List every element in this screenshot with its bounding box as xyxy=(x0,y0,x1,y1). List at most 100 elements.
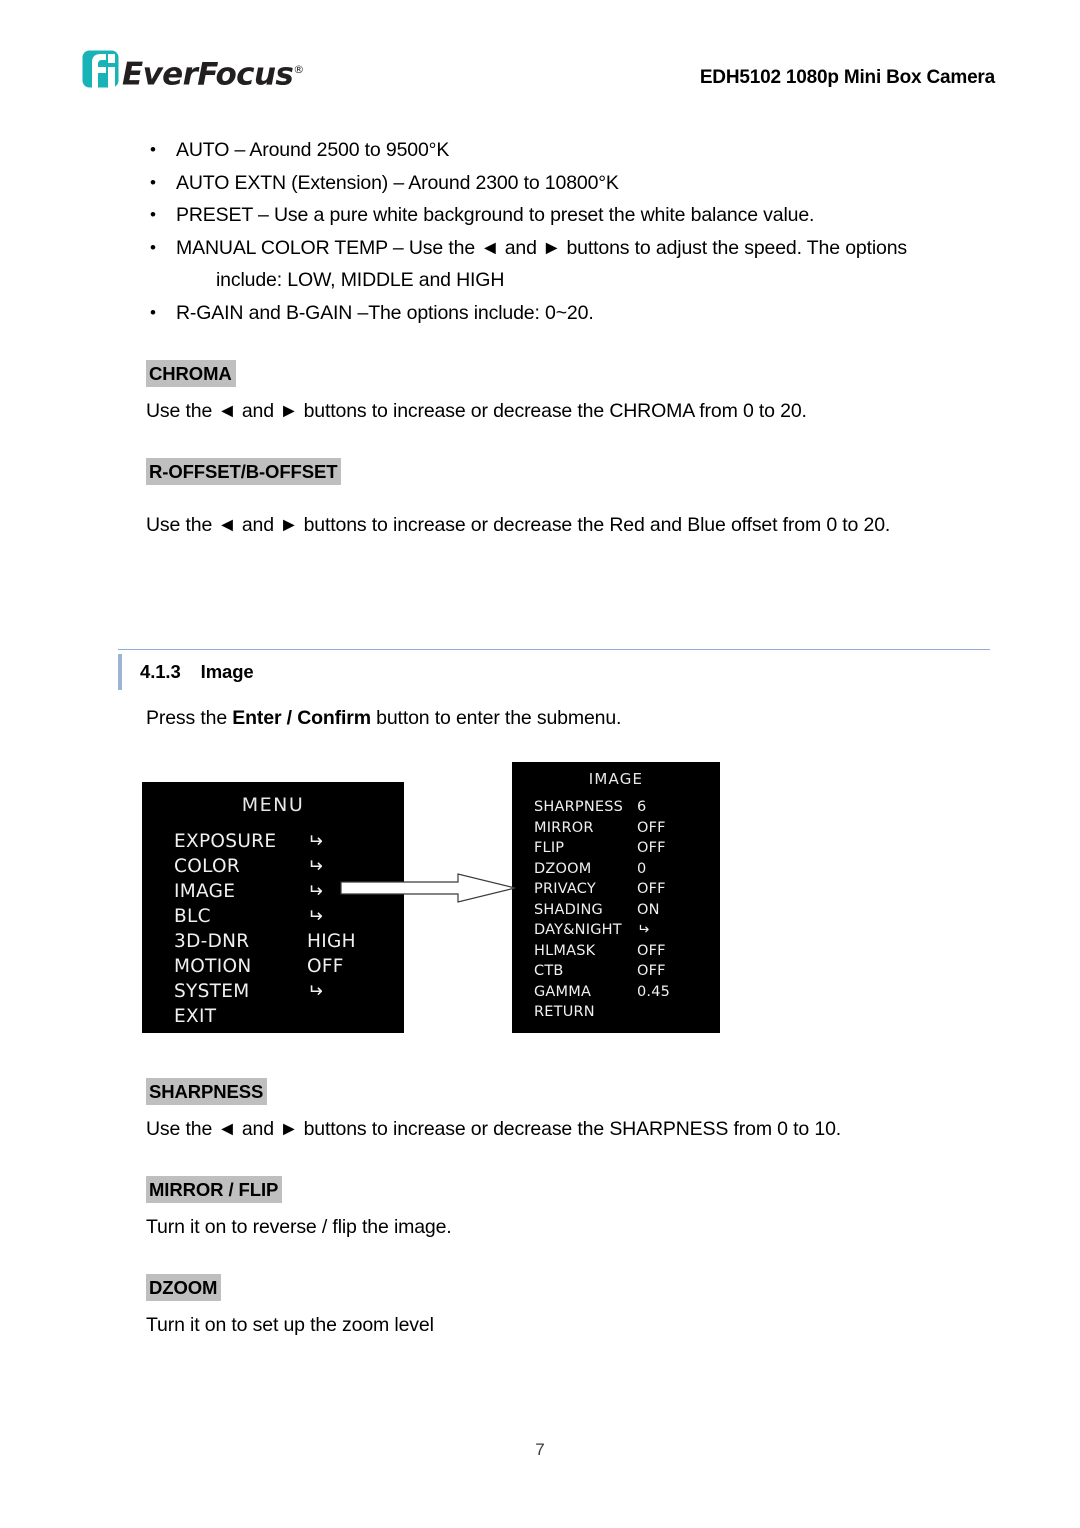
osd-row-label: IMAGE xyxy=(174,881,236,902)
page-number: 7 xyxy=(535,1440,545,1459)
osd-row-value: HIGH xyxy=(307,931,356,952)
osd-menu-row: BLC ↵ xyxy=(174,904,404,929)
osd-row-value: 0 xyxy=(637,860,647,877)
osd-row-label: RETURN xyxy=(534,1004,595,1020)
osd-image-row: GAMMA 0.45 xyxy=(534,982,720,1003)
osd-row-label: MOTION xyxy=(174,956,252,977)
bullet-dot-icon: • xyxy=(150,302,156,322)
bullet-dot-icon: • xyxy=(150,205,156,224)
osd-row-value: ↵ xyxy=(307,856,323,877)
osd-row-value: OFF xyxy=(637,942,666,959)
bullet-dot-icon: • xyxy=(150,140,156,159)
chroma-heading-label: CHROMA xyxy=(146,360,236,387)
osd-image-row: DZOOM 0 xyxy=(534,859,720,880)
list-item-text: MANUAL COLOR TEMP – Use the ◄ and ► butt… xyxy=(176,232,980,297)
osd-row-value: OFF xyxy=(637,963,666,979)
header-product-title: EDH5102 1080p Mini Box Camera xyxy=(699,67,995,88)
bullet-dot-icon: • xyxy=(150,237,156,257)
osd-image-rows: SHARPNESS 6 MIRROR OFF FLIP OFF DZOOM 0 … xyxy=(512,797,720,1023)
osd-image-row: SHARPNESS 6 xyxy=(534,797,720,818)
list-item-text-continuation: include: LOW, MIDDLE and HIGH xyxy=(216,269,505,291)
osd-row-label: SHADING xyxy=(534,901,603,918)
chroma-heading: CHROMA xyxy=(146,360,236,387)
osd-menu-row: SYSTEM ↵ xyxy=(174,979,404,1004)
intro-prefix: Press the xyxy=(146,707,233,729)
section-number: 4.1.3 xyxy=(140,661,181,682)
sharpness-heading: SHARPNESS xyxy=(146,1078,268,1105)
list-item: • AUTO EXTN (Extension) – Around 2300 to… xyxy=(150,167,980,200)
section-divider-rule xyxy=(118,649,990,650)
osd-image-row: FLIP OFF xyxy=(534,838,720,859)
osd-menu-row: 3D-DNR HIGH xyxy=(174,929,404,954)
list-item-text: AUTO – Around 2500 to 9500°K xyxy=(176,139,450,161)
osd-image-panel: IMAGE SHARPNESS 6 MIRROR OFF FLIP OFF DZ… xyxy=(512,762,720,1033)
page-header: EverFocus® EDH5102 1080p Mini Box Camera xyxy=(0,0,1080,110)
dzoom-heading-label: DZOOM xyxy=(146,1274,222,1301)
mirror-flip-heading: MIRROR / FLIP xyxy=(146,1176,283,1203)
dzoom-body-text: Turn it on to set up the zoom level xyxy=(146,1314,434,1336)
chroma-body-text: Use the ◄ and ► buttons to increase or d… xyxy=(146,400,807,422)
registered-trademark-icon: ® xyxy=(293,63,305,76)
logo-wordmark-text: EverFocus xyxy=(122,56,294,93)
offset-body-text: Use the ◄ and ► buttons to increase or d… xyxy=(146,514,891,536)
osd-image-row: RETURN xyxy=(534,1002,720,1023)
osd-menu-title: MENU xyxy=(241,794,305,816)
osd-image-title: IMAGE xyxy=(588,770,644,788)
osd-row-label: CTB xyxy=(534,963,564,979)
osd-image-row: DAY&NIGHT ↵ xyxy=(534,920,720,941)
osd-row-label: FLIP xyxy=(534,840,565,856)
section-title: Image xyxy=(200,661,254,682)
osd-row-value: OFF xyxy=(637,881,666,897)
osd-row-value: ↵ xyxy=(307,906,323,927)
mirror-flip-heading-label: MIRROR / FLIP xyxy=(146,1176,283,1203)
osd-row-label: SYSTEM xyxy=(174,981,250,1002)
osd-row-label: DAY&NIGHT xyxy=(534,922,622,938)
osd-menu-row: IMAGE ↵ xyxy=(174,879,404,904)
osd-row-value: 0.45 xyxy=(637,983,671,1000)
sharpness-heading-label: SHARPNESS xyxy=(146,1078,268,1105)
osd-row-value: ↵ xyxy=(307,981,323,1002)
dzoom-heading: DZOOM xyxy=(146,1274,222,1301)
osd-row-label: DZOOM xyxy=(534,860,592,877)
list-item-text-line1: MANUAL COLOR TEMP – Use the ◄ and ► butt… xyxy=(176,236,908,259)
sharpness-body-text: Use the ◄ and ► buttons to increase or d… xyxy=(146,1118,842,1140)
bullet-dot-icon: • xyxy=(150,172,156,192)
osd-row-label: 3D-DNR xyxy=(174,931,250,952)
osd-row-label: EXPOSURE xyxy=(174,831,277,852)
document-page: EverFocus® EDH5102 1080p Mini Box Camera… xyxy=(0,0,1080,1528)
right-arrow-connector-icon xyxy=(340,873,516,903)
everfocus-f-mark-icon xyxy=(82,50,119,88)
osd-row-value: ↵ xyxy=(307,831,323,852)
osd-row-value: ↵ xyxy=(637,922,650,938)
osd-menu-row: COLOR ↵ xyxy=(174,854,404,879)
osd-row-label: PRIVACY xyxy=(534,881,596,897)
osd-image-row: SHADING ON xyxy=(534,900,720,921)
osd-row-label: MIRROR xyxy=(534,819,594,836)
osd-row-label: EXIT xyxy=(174,1006,217,1027)
osd-row-label: BLC xyxy=(174,906,211,927)
osd-image-row: CTB OFF xyxy=(534,961,720,982)
list-item: • PRESET – Use a pure white background t… xyxy=(150,199,980,232)
osd-row-value: OFF xyxy=(637,840,666,856)
osd-menu-row: EXIT xyxy=(174,1004,404,1029)
list-item: • AUTO – Around 2500 to 9500°K xyxy=(150,134,980,167)
osd-row-value: OFF xyxy=(637,819,666,836)
osd-menu-row: MOTION OFF xyxy=(174,954,404,979)
osd-row-label: SHARPNESS xyxy=(534,799,624,815)
osd-image-row: MIRROR OFF xyxy=(534,818,720,839)
osd-row-value: ON xyxy=(637,901,660,918)
osd-image-row: HLMASK OFF xyxy=(534,941,720,962)
intro-bold-enter-confirm: Enter / Confirm xyxy=(232,707,371,729)
intro-suffix: button to enter the submenu. xyxy=(370,707,622,729)
offset-heading: R-OFFSET/B-OFFSET xyxy=(146,458,342,485)
osd-menu-row: EXPOSURE ↵ xyxy=(174,829,404,854)
section-413-intro: Press the Enter / Confirm button to ente… xyxy=(146,702,976,734)
osd-row-label: COLOR xyxy=(174,856,241,877)
list-item: • MANUAL COLOR TEMP – Use the ◄ and ► bu… xyxy=(150,232,980,297)
section-413-heading: 4.1.3 Image xyxy=(118,654,254,690)
mirror-flip-body-text: Turn it on to reverse / flip the image. xyxy=(146,1216,452,1238)
white-balance-option-list: • AUTO – Around 2500 to 9500°K • AUTO EX… xyxy=(150,134,980,329)
osd-row-value: ↵ xyxy=(307,881,323,902)
list-item: • R-GAIN and B-GAIN –The options include… xyxy=(150,297,980,330)
offset-heading-label: R-OFFSET/B-OFFSET xyxy=(146,458,342,485)
